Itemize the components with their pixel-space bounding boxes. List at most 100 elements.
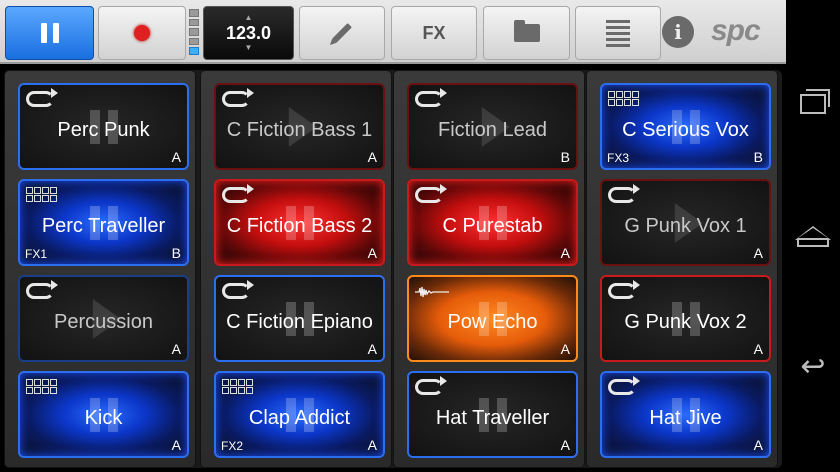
pad[interactable]: Fiction Lead B [407,83,578,170]
system-nav-bar: ↩ [786,0,840,472]
pad-tag: A [753,437,763,453]
pad[interactable]: Perc Traveller FX1 B [18,179,189,266]
loop-icon [222,280,254,299]
pad[interactable]: Perc Punk A [18,83,189,170]
pad[interactable]: Clap Addict FX2 A [214,371,385,458]
back-button[interactable]: ↩ [786,336,840,396]
pad-tag: B [560,149,570,165]
pencil-icon [332,23,352,43]
info-icon: i [674,20,682,44]
loop-icon [415,376,447,395]
app-logo: spc [711,14,761,47]
pad-column-2: C Fiction Bass 1 A C Fiction Bass 2 A C … [200,70,392,468]
pad-label: C Fiction Epiano [226,311,373,333]
fx-button[interactable]: FX [391,6,477,60]
pad[interactable]: Hat Jive A [600,371,771,458]
pad-fx: FX3 [607,151,630,165]
sequencer-icon [222,379,253,394]
loop-icon [26,280,58,299]
pad-tag: A [560,341,570,357]
pad-label: C Serious Vox [622,119,749,141]
loop-icon [26,88,58,107]
pad-label: Perc Traveller [41,215,166,237]
pad-tag: B [753,149,763,165]
pad-tag: B [171,245,181,261]
pad[interactable]: G Punk Vox 1 A [600,179,771,266]
pad-label: Clap Addict [248,407,351,429]
pad-tag: A [367,341,377,357]
list-button[interactable] [575,6,661,60]
pad-tag: A [560,437,570,453]
loop-icon [608,280,640,299]
info-button[interactable]: i [662,16,694,48]
bpm-down-arrow[interactable]: ▼ [245,44,253,52]
toolbar: ▲ 123.0 ▼ FX i spc [0,0,786,64]
pad-tag: A [367,245,377,261]
pad-tag: A [753,341,763,357]
pad-label: G Punk Vox 1 [624,215,747,237]
pad-tag: A [171,341,181,357]
level-meter [189,9,199,55]
pad-grid: Perc Punk A Perc Traveller FX1 B Percuss… [4,70,782,468]
home-button[interactable] [786,206,840,266]
record-icon [134,25,150,41]
pause-icon [40,23,59,43]
pad[interactable]: G Punk Vox 2 A [600,275,771,362]
pad-label: Fiction Lead [438,119,547,141]
loop-icon [608,376,640,395]
pad-column-1: Perc Punk A Perc Traveller FX1 B Percuss… [4,70,196,468]
pad-column-4: C Serious Vox FX3 B G Punk Vox 1 A G Pun… [586,70,778,468]
record-button[interactable] [98,6,186,60]
pad[interactable]: C Purestab A [407,179,578,266]
pad-tag: A [171,437,181,453]
loop-icon [222,184,254,203]
pad-fx: FX1 [25,247,48,261]
pad[interactable]: Kick A [18,371,189,458]
pad-label: C Purestab [442,215,543,237]
home-icon [795,225,831,240]
pad-label: Pow Echo [447,311,538,333]
pad[interactable]: Pow Echo A [407,275,578,362]
bpm-up-arrow[interactable]: ▲ [245,14,253,22]
sequencer-icon [26,379,57,394]
pad-label: Kick [84,407,123,429]
bpm-display[interactable]: ▲ 123.0 ▼ [203,6,294,60]
pad-tag: A [560,245,570,261]
waveform-icon [415,286,449,298]
edit-button[interactable] [299,6,385,60]
pad[interactable]: Hat Traveller A [407,371,578,458]
loop-icon [415,184,447,203]
pad[interactable]: C Fiction Bass 2 A [214,179,385,266]
pad-tag: A [753,245,763,261]
fx-label: FX [422,22,446,43]
pad[interactable]: Percussion A [18,275,189,362]
play-pause-button[interactable] [5,6,94,60]
recent-apps-icon [800,89,830,114]
pad-label: G Punk Vox 2 [624,311,747,333]
pad-tag: A [367,437,377,453]
folder-icon [513,20,540,42]
pad-label: Hat Jive [649,407,722,429]
pad-tag: A [171,149,181,165]
pad-label: Percussion [54,311,153,333]
pad[interactable]: C Fiction Epiano A [214,275,385,362]
pad[interactable]: C Serious Vox FX3 B [600,83,771,170]
folder-button[interactable] [483,6,570,60]
pad-label: Hat Traveller [435,407,550,429]
pad-label: C Fiction Bass 1 [226,119,373,141]
bpm-value: 123.0 [225,23,272,43]
pad-label: Perc Punk [57,119,150,141]
loop-icon [608,184,640,203]
sequencer-icon [26,187,57,202]
list-icon [606,19,630,47]
back-icon: ↩ [800,349,826,383]
pad-fx: FX2 [221,439,244,453]
pad-label: C Fiction Bass 2 [226,215,373,237]
pad-tag: A [367,149,377,165]
pad[interactable]: C Fiction Bass 1 A [214,83,385,170]
loop-icon [222,88,254,107]
loop-icon [415,88,447,107]
pad-column-3: Fiction Lead B C Purestab A Pow Echo A H… [393,70,585,468]
sequencer-icon [608,91,639,106]
recent-apps-button[interactable] [786,74,840,134]
